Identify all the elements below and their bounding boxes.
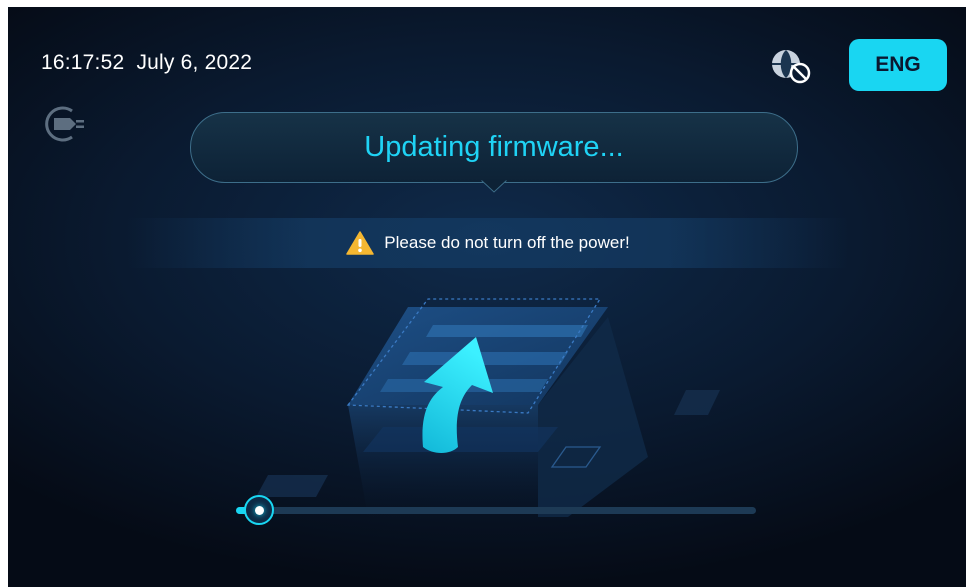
globe-disconnected-icon [768,46,814,86]
progress-knob [244,495,274,525]
progress-knob-dot [254,505,264,515]
update-title: Updating firmware... [364,131,624,163]
charger-plug-icon [40,104,88,144]
status-bubble: Updating firmware... [190,112,798,183]
bubble-tail [481,179,507,193]
progress-bar [236,495,756,525]
language-button[interactable]: ENG [849,39,947,91]
date-text: July 6, 2022 [136,51,253,74]
firmware-update-screen: 16:17:52 July 6, 2022 ENG Updating firmw… [8,7,966,587]
clock: 16:17:52 July 6, 2022 [41,51,252,75]
warning-text: Please do not turn off the power! [384,233,630,252]
warning-triangle-icon [346,231,375,255]
firmware-update-illustration [256,298,720,517]
time-text: 16:17:52 [41,51,125,74]
warning-banner: Please do not turn off the power! [128,218,848,268]
